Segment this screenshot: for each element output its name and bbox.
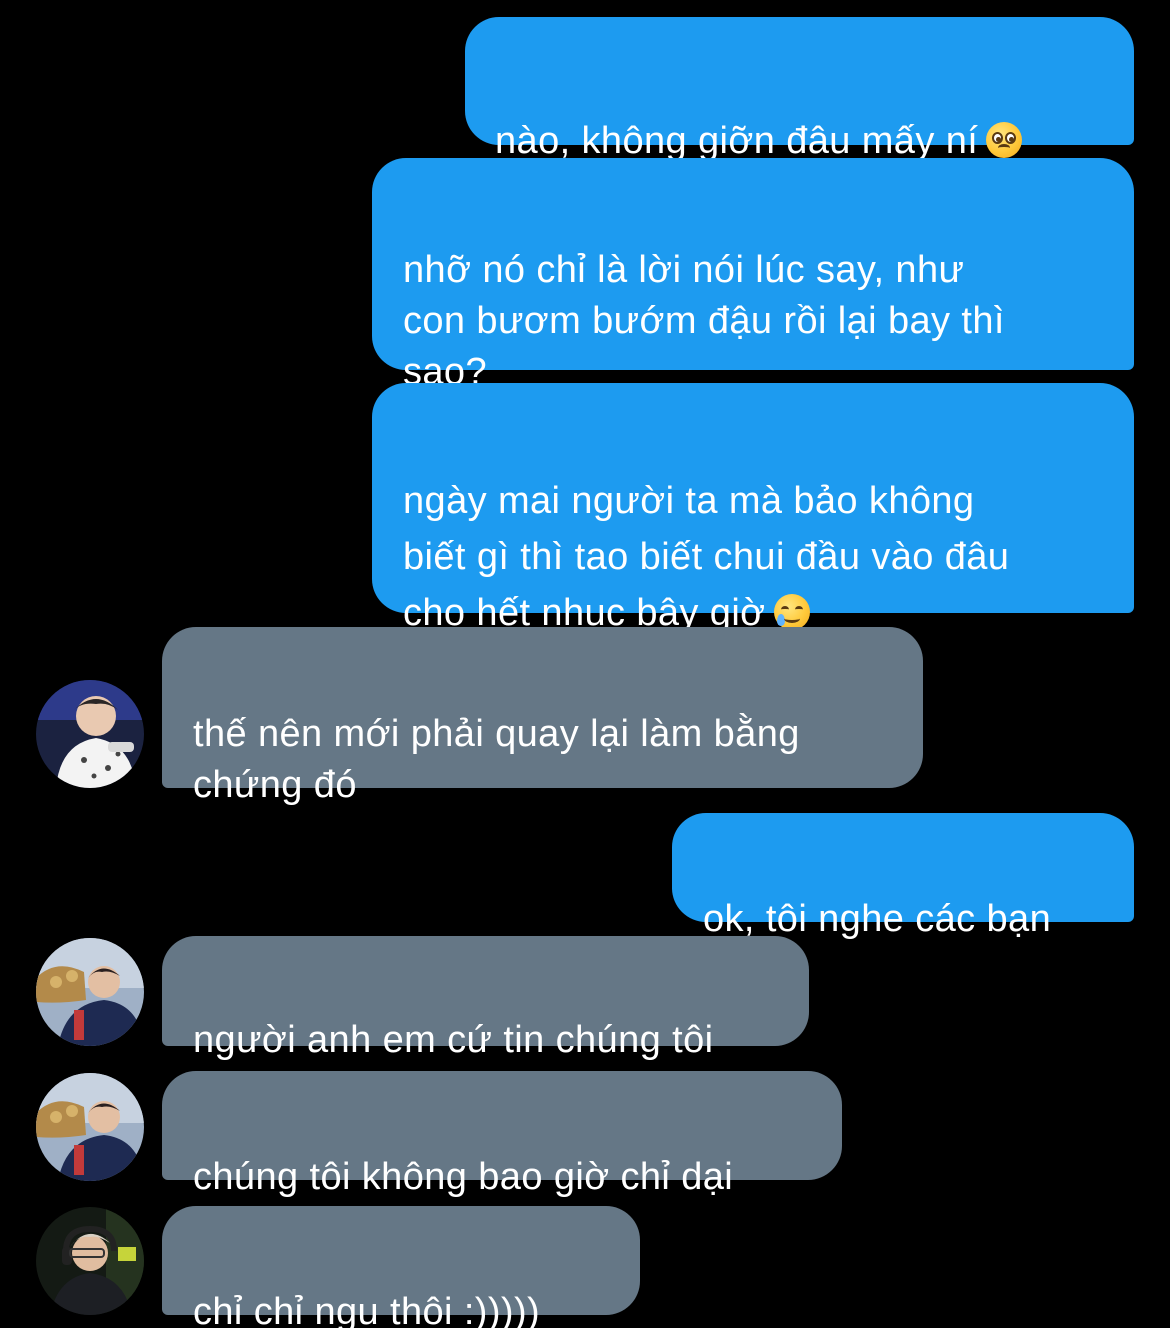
message-bubble-outgoing[interactable]: nhỡ nó chỉ là lời nói lúc say, như con b…	[372, 158, 1134, 393]
message-thread: nào, không giỡn đâu mấy ní nhỡ nó chỉ là…	[0, 0, 1170, 1328]
avatar-icon	[36, 1207, 144, 1315]
message-bubble-outgoing[interactable]: ngày mai người ta mà bảo không biết gì t…	[372, 383, 1134, 634]
avatar[interactable]	[36, 938, 144, 1046]
message-text: nhỡ nó chỉ là lời nói lúc say, như con b…	[403, 249, 1005, 393]
avatar[interactable]	[36, 1073, 144, 1181]
message-text: ngày mai người ta mà bảo không biết gì t…	[403, 480, 1010, 634]
message-bubble-outgoing[interactable]: ok, tôi nghe các bạn	[672, 813, 1134, 940]
message-text: nào, không giỡn đâu mấy ní	[495, 120, 979, 162]
message-text: chỉ chỉ ngu thôi :)))))	[193, 1291, 541, 1328]
avatar-icon	[36, 680, 144, 788]
message-bubble-incoming[interactable]: chúng tôi không bao giờ chỉ dại	[162, 1071, 842, 1198]
message-bubble-outgoing[interactable]: nào, không giỡn đâu mấy ní	[465, 17, 1134, 162]
smiling-face-with-tear-emoji	[773, 594, 810, 630]
message-text: ok, tôi nghe các bạn	[703, 898, 1052, 940]
message-bubble-incoming[interactable]: chỉ chỉ ngu thôi :)))))	[162, 1206, 640, 1328]
avatar[interactable]	[36, 680, 144, 788]
avatar-icon	[36, 1073, 144, 1181]
message-bubble-incoming[interactable]: thế nên mới phải quay lại làm bằng chứng…	[162, 627, 923, 806]
message-text: chúng tôi không bao giờ chỉ dại	[193, 1156, 734, 1198]
pleading-face-emoji	[986, 122, 1023, 158]
avatar[interactable]	[36, 1207, 144, 1315]
message-text: người anh em cứ tin chúng tôi	[193, 1019, 714, 1061]
avatar-icon	[36, 938, 144, 1046]
message-bubble-incoming[interactable]: người anh em cứ tin chúng tôi	[162, 936, 809, 1061]
message-text: thế nên mới phải quay lại làm bằng chứng…	[193, 713, 800, 806]
